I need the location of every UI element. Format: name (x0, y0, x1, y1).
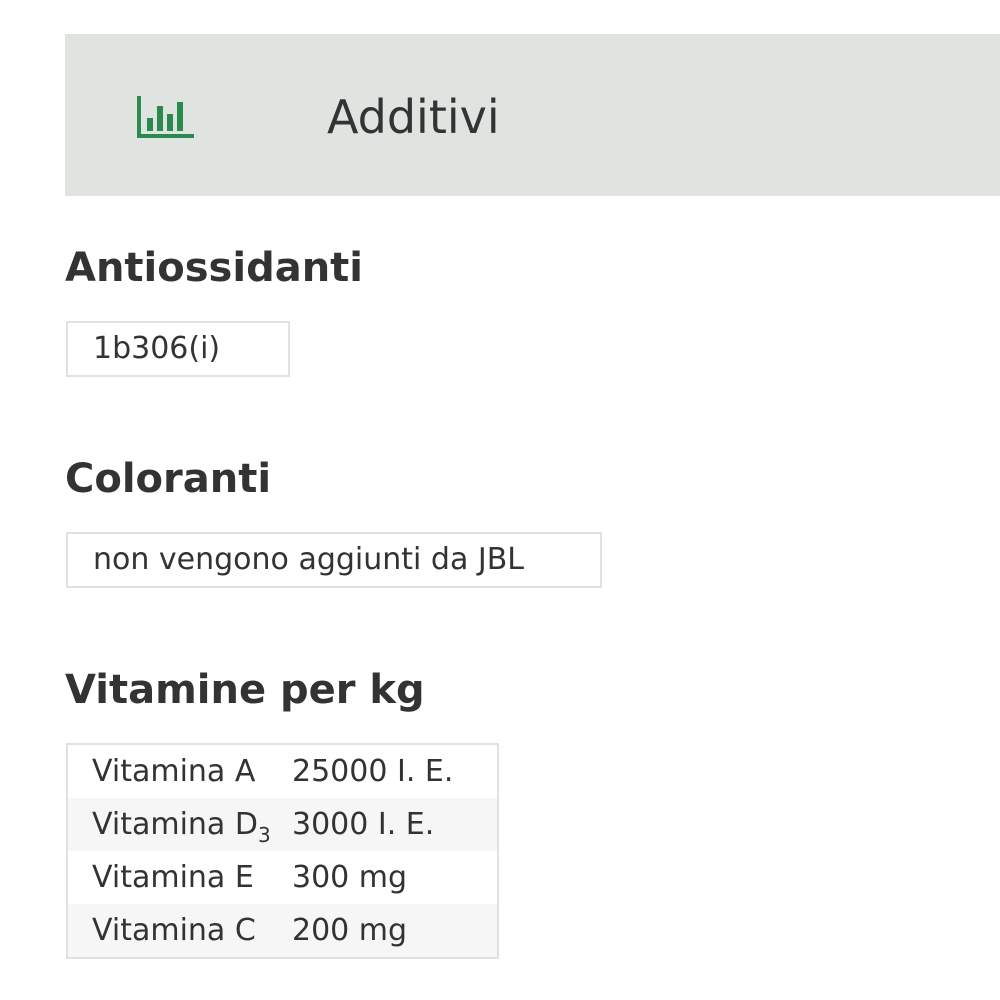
vitamin-name-cell: Vitamina D3 (67, 798, 292, 851)
table-row: Vitamina E 300 mg (67, 851, 498, 904)
vitamins-table: Vitamina A 25000 I. E. Vitamina D3 3000 … (66, 743, 499, 959)
vitamin-name: Vitamina D (92, 807, 258, 842)
vitamin-amount: 3000 I. E. (292, 798, 498, 851)
vitamin-name: Vitamina E (67, 851, 292, 904)
vitamin-amount: 25000 I. E. (292, 744, 498, 798)
section-header (65, 34, 1000, 196)
colorants-value: non vengono aggiunti da JBL (66, 532, 602, 588)
antioxidants-value: 1b306(i) (66, 321, 290, 377)
header-title: Additivi (327, 90, 500, 144)
table-row: Vitamina A 25000 I. E. (67, 744, 498, 798)
vitamin-amount: 300 mg (292, 851, 498, 904)
antioxidants-heading: Antiossidanti (65, 245, 364, 291)
vitamin-name-subscript: 3 (257, 823, 271, 847)
vitamin-name: Vitamina A (67, 744, 292, 798)
bar-chart-icon (137, 96, 194, 138)
table-row: Vitamina C 200 mg (67, 904, 498, 958)
vitamin-name: Vitamina C (67, 904, 292, 958)
vitamin-amount: 200 mg (292, 904, 498, 958)
table-row: Vitamina D3 3000 I. E. (67, 798, 498, 851)
colorants-heading: Coloranti (65, 456, 272, 502)
vitamins-heading: Vitamine per kg (65, 667, 425, 713)
